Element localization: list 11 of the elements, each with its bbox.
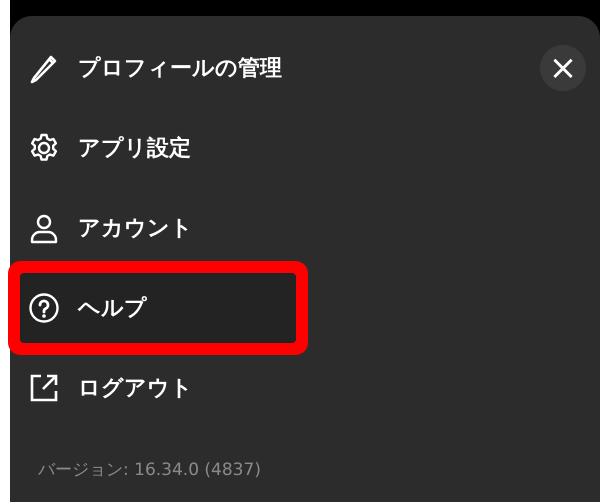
menu-item[interactable]: アプリ設定: [20, 113, 296, 183]
menu-item[interactable]: ヘルプ: [20, 273, 296, 343]
gear-icon: [28, 132, 60, 164]
version-text: バージョン: 16.34.0 (4837): [38, 459, 262, 481]
person-icon: [28, 212, 60, 244]
close-button[interactable]: ×: [540, 45, 586, 91]
external-link-icon: [28, 372, 60, 404]
menu-item[interactable]: アカウント: [20, 193, 296, 263]
menu-item[interactable]: プロフィールの管理: [20, 33, 296, 103]
help-icon: [28, 292, 60, 324]
menu-item[interactable]: ログアウト: [20, 353, 296, 423]
